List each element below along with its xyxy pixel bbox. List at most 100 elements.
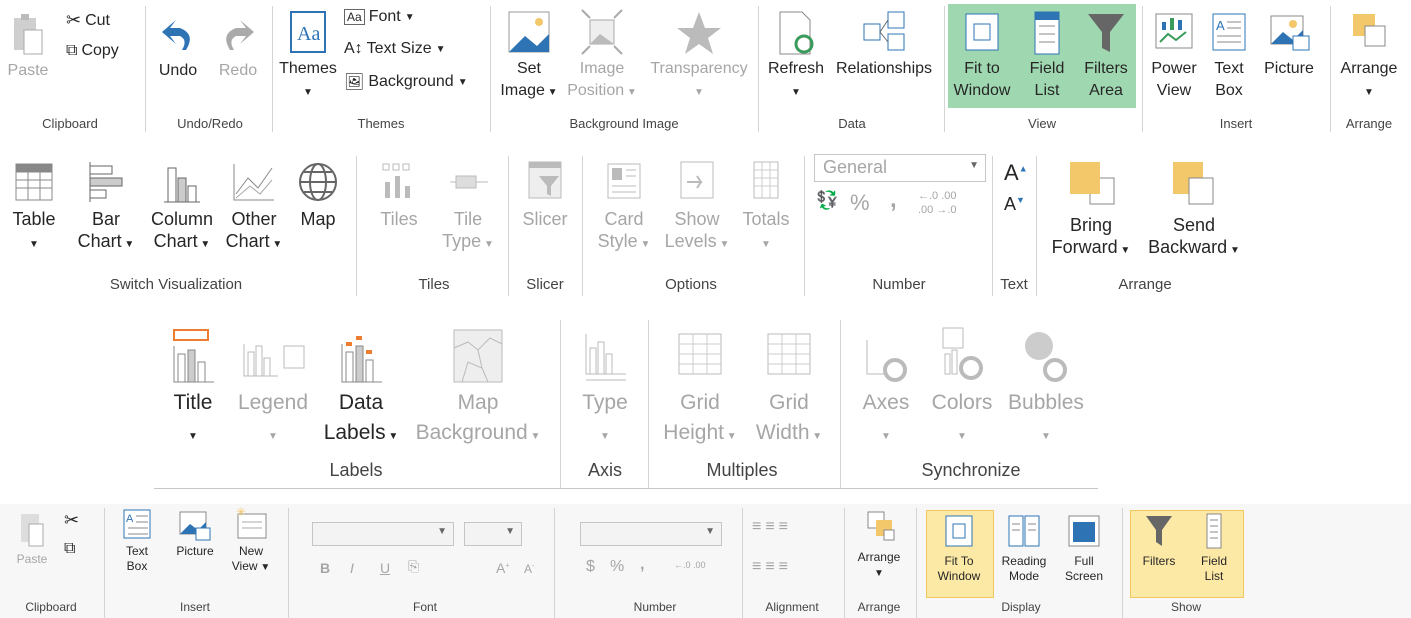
card-style-button[interactable]: Card Style ▼ — [586, 158, 662, 256]
shrink-font-button[interactable]: A▼ — [1004, 194, 1025, 215]
new-view-button[interactable]: ✳ New View ▼ — [224, 506, 278, 575]
image-position-button[interactable]: Image Position ▼ — [564, 8, 640, 104]
font-color-button[interactable]: ⎘ — [408, 558, 419, 575]
increase-decimal-button-small[interactable]: ←.0 .00 — [674, 560, 706, 570]
text-box-label-2: Box — [1215, 82, 1243, 99]
tiles-button[interactable]: Tiles — [364, 158, 434, 230]
grid-width-icon — [767, 333, 811, 375]
bottom-divider — [154, 488, 1098, 489]
text-size-button[interactable]: A↕ Text Size ▼ — [344, 40, 446, 58]
star-icon — [677, 12, 721, 54]
bar-chart-button[interactable]: Bar Chart ▼ — [66, 158, 146, 256]
field-list-label-1: Field — [1029, 60, 1065, 77]
cut-button[interactable]: ✂ Cut — [66, 10, 110, 31]
map-background-button[interactable]: Map Background ▼ — [404, 324, 552, 452]
group-label-arrange: Arrange — [1345, 116, 1393, 131]
tile-type-button[interactable]: Tile Type ▼ — [430, 158, 506, 256]
reading-mode-button[interactable]: Reading Mode — [994, 510, 1054, 584]
themes-button[interactable]: Aa Themes ▼ — [276, 6, 340, 104]
other-chart-button[interactable]: Other Chart ▼ — [220, 158, 288, 256]
axis-type-button[interactable]: Type ▼ — [568, 324, 642, 452]
increase-decimal-button[interactable]: ←.0 .00 — [918, 190, 957, 202]
bring-forward-button[interactable]: Bring Forward ▼ — [1042, 158, 1140, 262]
font-color-icon: ⎘ — [408, 558, 420, 574]
field-list-button[interactable]: Field List — [1020, 8, 1074, 102]
copy-button[interactable]: ⧉ Copy — [66, 42, 119, 60]
decrease-decimal-button[interactable]: .00 →.0 — [918, 204, 957, 216]
grid-width-button[interactable]: Grid Width ▼ — [748, 324, 830, 452]
font-button[interactable]: Aa Font ▼ — [344, 8, 415, 26]
map-background-label-1: Map — [457, 391, 499, 414]
undo-button[interactable]: Undo — [150, 12, 206, 82]
slicer-button[interactable]: Slicer — [512, 158, 578, 230]
font-size-dropdown[interactable]: ▼ — [464, 522, 522, 546]
grid-height-button[interactable]: Grid Height ▼ — [654, 324, 746, 452]
paste-button-small[interactable]: Paste — [10, 508, 54, 567]
field-list-button-small[interactable]: Field List — [1188, 510, 1240, 584]
arrange-label: Arrange — [1340, 60, 1398, 77]
legend-button[interactable]: Legend ▼ — [230, 324, 316, 452]
group-label-labels: Labels — [329, 460, 383, 480]
comma-button[interactable]: , — [890, 186, 897, 214]
separator — [554, 508, 555, 618]
refresh-label: Refresh — [767, 60, 825, 77]
set-image-button[interactable]: Set Image ▼ — [496, 8, 562, 104]
sync-axes-button[interactable]: Axes ▼ — [852, 324, 920, 452]
column-chart-button[interactable]: Column Chart ▼ — [140, 158, 224, 256]
sync-colors-icon — [942, 327, 983, 380]
text-box-button-small[interactable]: A Text Box — [112, 506, 162, 574]
align-top-buttons[interactable]: ≡≡≡ — [752, 518, 792, 536]
sync-bubbles-button[interactable]: Bubbles ▼ — [1002, 324, 1090, 452]
cut-icon-button[interactable]: ✂ — [64, 510, 79, 531]
separator — [648, 320, 649, 488]
separator — [758, 6, 759, 132]
text-box-button[interactable]: A Text Box — [1204, 8, 1254, 102]
font-name-dropdown[interactable]: ▼ — [312, 522, 454, 546]
underline-button[interactable]: U — [380, 560, 390, 576]
number-format-dropdown[interactable]: General ▼ — [814, 154, 986, 182]
align-middle-buttons[interactable]: ≡≡≡ — [752, 558, 792, 576]
show-levels-button[interactable]: Show Levels ▼ — [662, 158, 732, 256]
italic-button[interactable]: I — [350, 560, 354, 576]
filters-area-button[interactable]: Filters Area — [1078, 8, 1134, 102]
shrink-font-button-small[interactable]: A- — [524, 562, 534, 576]
totals-button[interactable]: Totals ▼ — [736, 158, 796, 256]
arrange-button-small[interactable]: Arrange ▼ — [848, 506, 910, 581]
picture-button[interactable]: Picture — [1256, 8, 1322, 80]
map-button[interactable]: Map — [290, 158, 346, 230]
table-button[interactable]: Table ▼ — [4, 158, 64, 256]
copy-icon-button[interactable]: ⧉ — [64, 540, 75, 558]
dropdown-caret-icon: ▼ — [1227, 245, 1240, 256]
dropdown-caret-icon: ▼ — [527, 431, 541, 442]
sync-colors-button[interactable]: Colors ▼ — [924, 324, 1000, 452]
bold-button[interactable]: B — [320, 560, 330, 576]
grow-font-button[interactable]: A▲ — [1004, 160, 1028, 186]
fit-to-window-button[interactable]: Fit to Window — [950, 8, 1014, 102]
refresh-button[interactable]: Refresh ▼ — [764, 8, 828, 104]
data-labels-button[interactable]: Data Labels ▼ — [316, 324, 406, 452]
legend-icon — [243, 344, 305, 377]
picture-button-small[interactable]: Picture — [168, 506, 222, 559]
send-backward-button[interactable]: Send Backward ▼ — [1140, 158, 1248, 262]
redo-button[interactable]: Redo — [210, 12, 266, 82]
sync-bubbles-icon — [1025, 332, 1067, 382]
filters-button-small[interactable]: Filters — [1132, 510, 1186, 569]
paste-button[interactable]: Paste — [6, 8, 50, 82]
relationships-button[interactable]: Relationships — [830, 8, 938, 80]
arrange-button[interactable]: Arrange ▼ — [1334, 8, 1404, 104]
transparency-button[interactable]: Transparency ▼ — [646, 8, 752, 104]
fit-to-window-button-small[interactable]: Fit To Window — [926, 510, 992, 584]
percent-button-small[interactable]: % — [610, 558, 624, 576]
background-button[interactable]: 🖼 Background ▼ — [344, 72, 468, 92]
title-button[interactable]: Title ▼ — [160, 324, 226, 452]
power-view-button[interactable]: Power View — [1146, 8, 1202, 102]
percent-button[interactable]: % — [850, 190, 870, 216]
accounting-format-button[interactable]: 💱 — [816, 190, 838, 211]
full-screen-button[interactable]: Full Screen — [1056, 510, 1112, 584]
data-labels-label-1: Data — [338, 391, 384, 414]
grow-font-button-small[interactable]: A+ — [496, 560, 509, 576]
number-format-dropdown-small[interactable]: ▼ — [580, 522, 722, 546]
comma-button-small[interactable]: , — [640, 556, 644, 574]
currency-button[interactable]: $ — [586, 558, 595, 576]
group-label-insert: Insert — [1219, 116, 1253, 131]
